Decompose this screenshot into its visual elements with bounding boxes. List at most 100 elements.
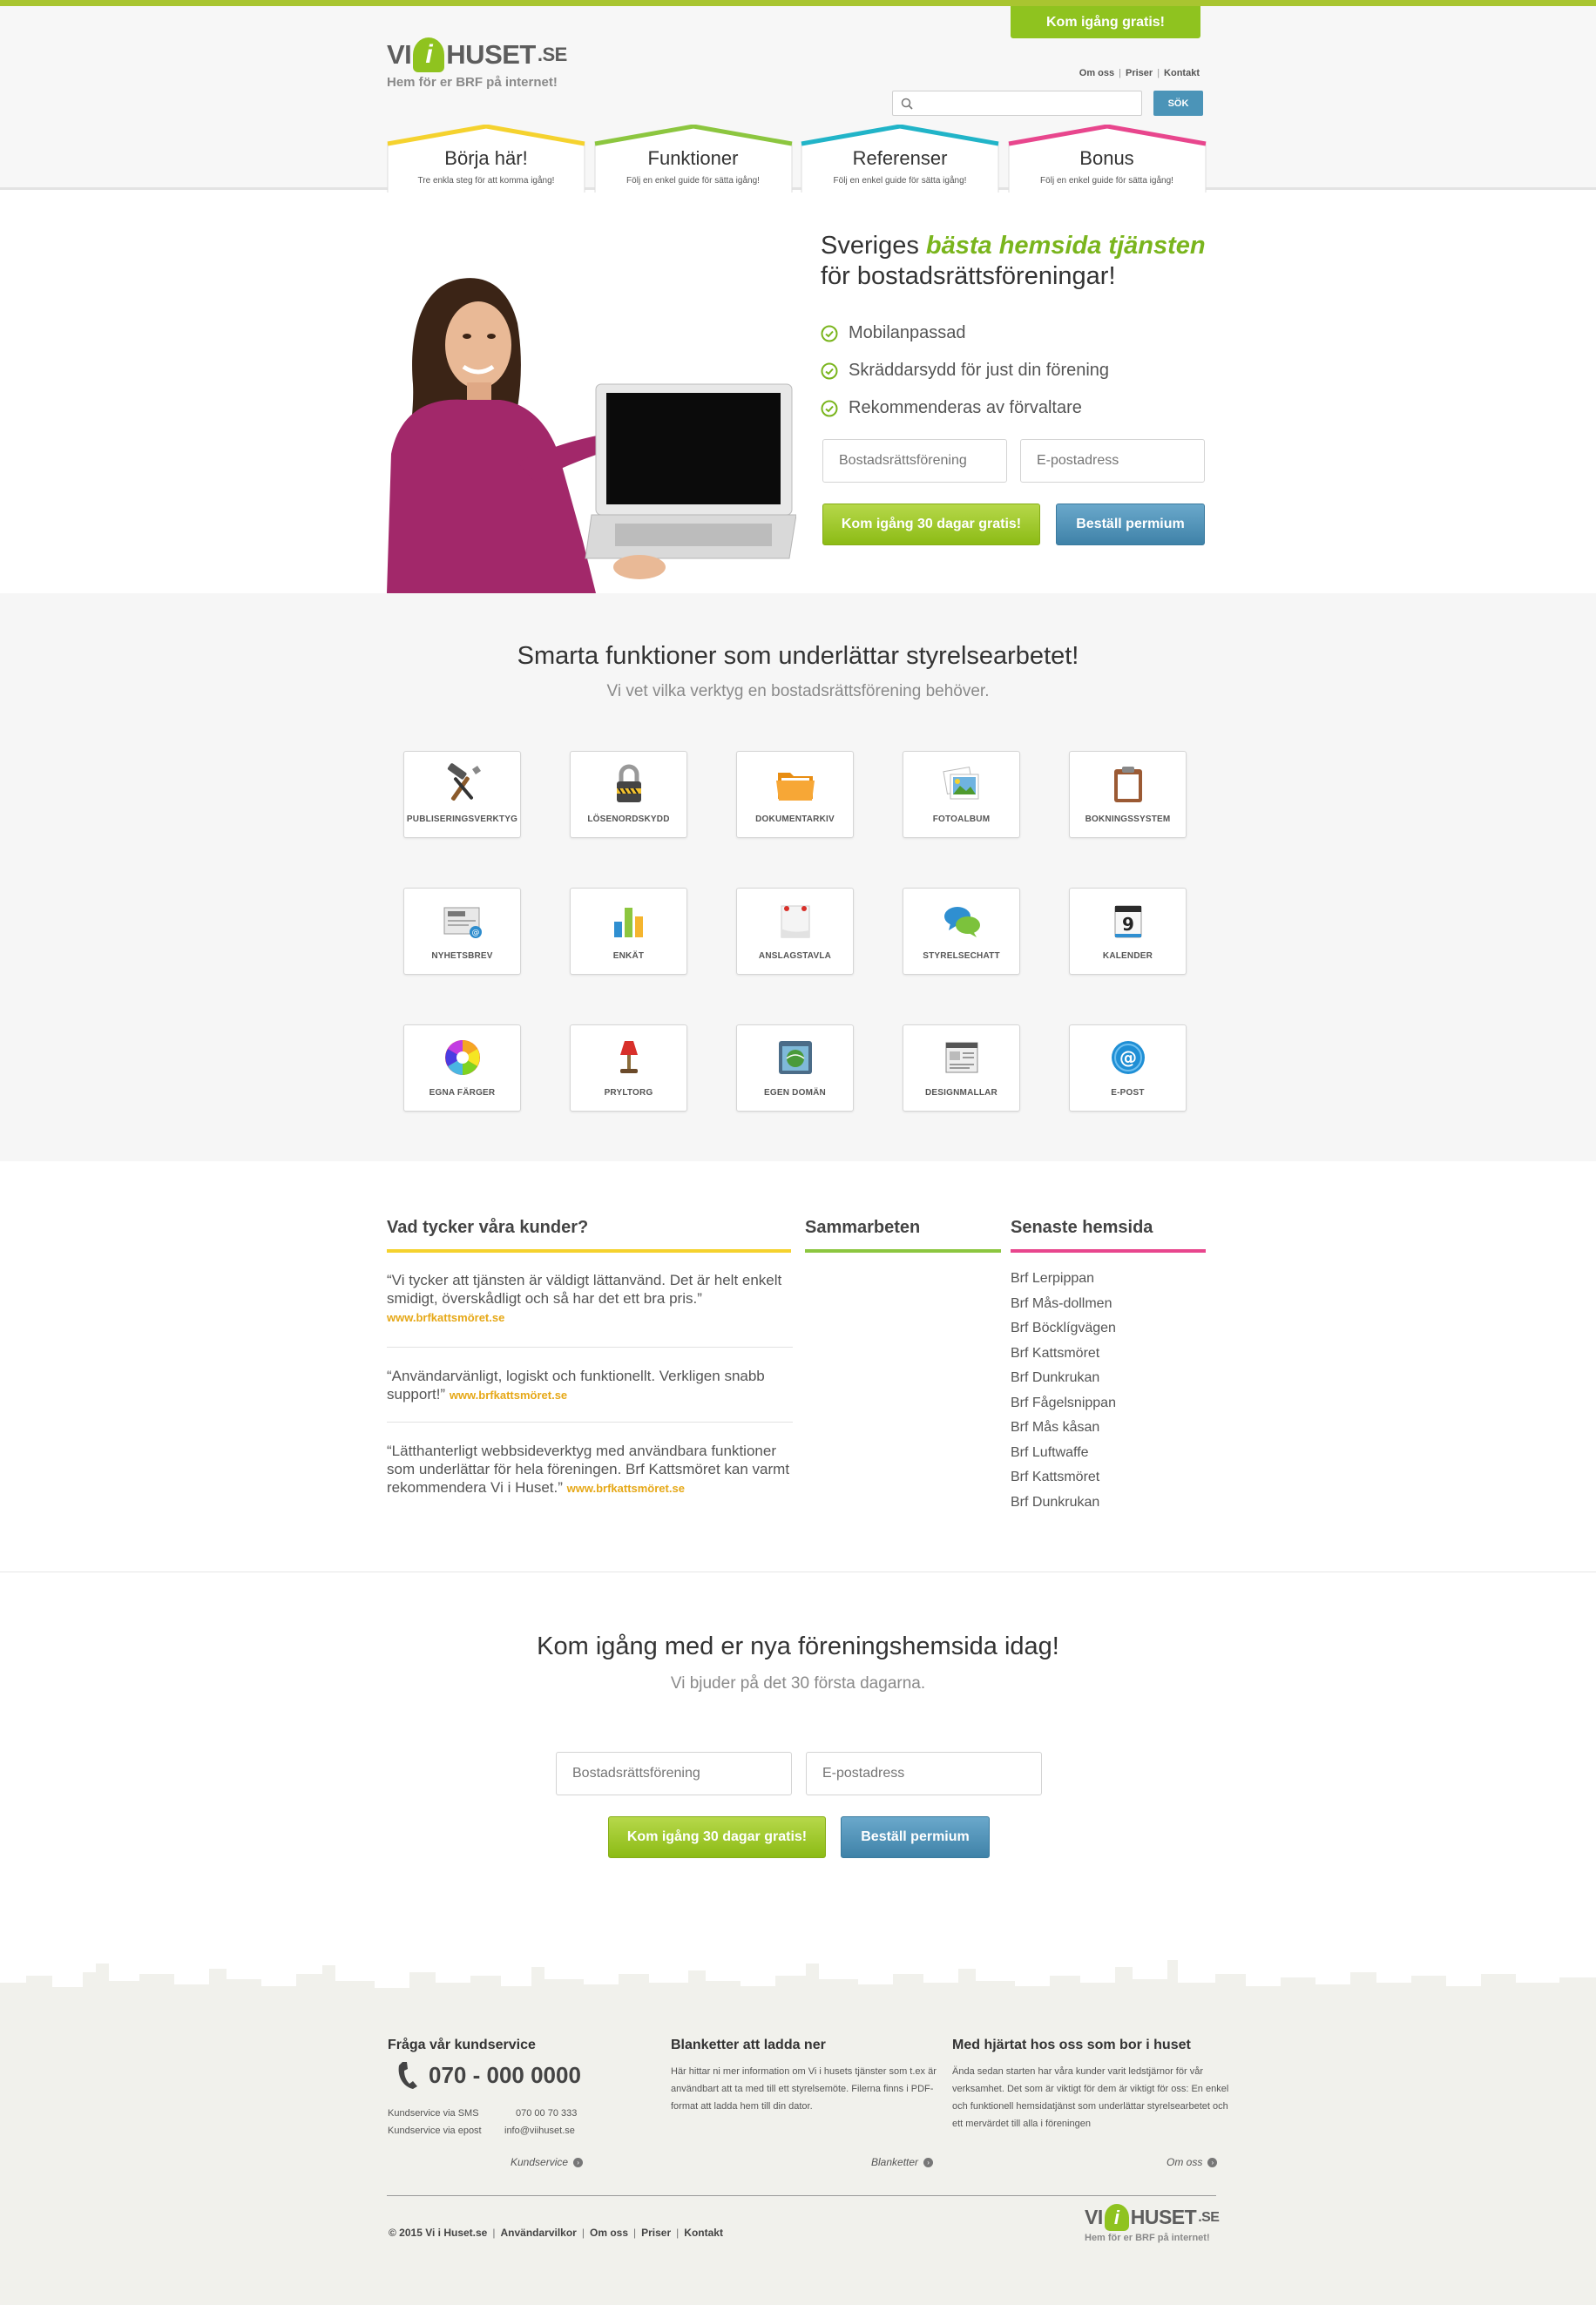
feature-label: EGNA FÄRGER bbox=[429, 1088, 496, 1098]
feature-label: PRYLTORG bbox=[604, 1088, 653, 1098]
footer-link-prices[interactable]: Priser bbox=[641, 2227, 671, 2239]
feature-booking-system[interactable]: BOKNINGSSYSTEM bbox=[1069, 751, 1187, 838]
email-input[interactable] bbox=[1020, 439, 1205, 483]
quote-link[interactable]: www.brfkattsmöret.se bbox=[450, 1389, 567, 1402]
email-label: Kundservice via epost bbox=[388, 2126, 482, 2136]
latest-site-item[interactable]: Brf Lerpippan bbox=[1011, 1271, 1116, 1296]
forms-text: Här hittar ni mer information om Vi i hu… bbox=[671, 2066, 937, 2112]
email-input[interactable] bbox=[806, 1752, 1042, 1795]
feature-password-protection[interactable]: LÖSENORDSKYDD bbox=[570, 751, 687, 838]
more-link-text: Om oss bbox=[1167, 2156, 1203, 2168]
footer-logo[interactable]: VI i HUSET .SE Hem för er BRF på internet! bbox=[1085, 2204, 1220, 2243]
feature-label: LÖSENORDSKYDD bbox=[587, 815, 670, 824]
latest-site-item[interactable]: Brf Kattsmöret bbox=[1011, 1470, 1116, 1495]
logo-wordmark: VI i HUSET .SE bbox=[1085, 2204, 1220, 2231]
feature-label: BOKNINGSSYSTEM bbox=[1085, 815, 1171, 824]
quote-link[interactable]: www.brfkattsmöret.se bbox=[387, 1311, 504, 1324]
feature-own-domain[interactable]: EGEN DOMÄN bbox=[736, 1024, 854, 1112]
top-link-prices[interactable]: Priser bbox=[1126, 68, 1153, 78]
footer-link-about[interactable]: Om oss bbox=[590, 2227, 628, 2239]
pink-underline bbox=[1011, 1249, 1206, 1253]
search-button[interactable]: SÖK bbox=[1153, 91, 1203, 116]
check-circle-icon bbox=[821, 325, 838, 341]
phone-icon bbox=[398, 2062, 417, 2089]
brf-name-input[interactable] bbox=[556, 1752, 792, 1795]
hero-title-highlight: bästa hemsida tjänsten bbox=[925, 232, 1206, 260]
latest-site-item[interactable]: Brf Dunkrukan bbox=[1011, 1495, 1116, 1520]
feature-survey[interactable]: ENKÄT bbox=[570, 888, 687, 975]
feature-design-templates[interactable]: DESIGNMALLAR bbox=[903, 1024, 1020, 1112]
order-premium-button[interactable]: Beställ permium bbox=[1056, 504, 1205, 545]
start-trial-button[interactable]: Kom igång 30 dagar gratis! bbox=[822, 504, 1040, 545]
tab-subtitle: Följ en enkel guide för sätta igång! bbox=[833, 176, 967, 186]
tab-bonus[interactable]: Bonus Följ en enkel guide för sätta igån… bbox=[1008, 125, 1206, 196]
brf-name-input[interactable] bbox=[822, 439, 1007, 483]
feature-photo-album[interactable]: FOTOALBUM bbox=[903, 751, 1020, 838]
domain-icon bbox=[778, 1041, 812, 1074]
check-circle-icon bbox=[821, 362, 838, 379]
feature-label: E-POST bbox=[1111, 1088, 1145, 1098]
woman-with-laptop-image bbox=[387, 278, 796, 593]
feature-calendar[interactable]: 9 KALENDER bbox=[1069, 888, 1187, 975]
logo-wordmark: VI i HUSET .SE bbox=[387, 37, 596, 72]
about-link[interactable]: Om oss › bbox=[1167, 2156, 1218, 2168]
footer-divider bbox=[387, 2195, 1216, 2196]
about-text: Ända sedan starten har våra kunder varit… bbox=[952, 2066, 1229, 2129]
noticeboard-icon bbox=[781, 905, 809, 938]
templates-icon bbox=[945, 1042, 977, 1073]
top-link-contact[interactable]: Kontakt bbox=[1164, 68, 1200, 78]
logo[interactable]: VI i HUSET .SE Hem för er BRF på internet! bbox=[387, 37, 596, 102]
hero-title: Sveriges bästa hemsida tjänsten för bost… bbox=[821, 231, 1206, 292]
tab-references[interactable]: Referenser Följ en enkel guide för sätta… bbox=[801, 125, 999, 196]
get-started-top-button[interactable]: Kom igång gratis! bbox=[1011, 6, 1200, 38]
feature-document-archive[interactable]: DOKUMENTARKIV bbox=[736, 751, 854, 838]
feature-label: DOKUMENTARKIV bbox=[755, 815, 835, 824]
latest-site-item[interactable]: Brf Kattsmöret bbox=[1011, 1346, 1116, 1371]
feature-notice-board[interactable]: ANSLAGSTAVLA bbox=[736, 888, 854, 975]
top-link-about[interactable]: Om oss bbox=[1079, 68, 1114, 78]
feature-own-colors[interactable]: EGNA FÄRGER bbox=[403, 1024, 521, 1112]
separator: | bbox=[1157, 68, 1160, 78]
footer-links: © 2015 Vi i Huset.se | Användarvilkor | … bbox=[389, 2227, 723, 2239]
padlock-icon bbox=[616, 764, 641, 802]
separator: | bbox=[492, 2227, 496, 2239]
quote-link[interactable]: www.brfkattsmöret.se bbox=[567, 1482, 685, 1495]
benefit-text: Skräddarsydd för just din förening bbox=[849, 361, 1110, 380]
clipboard-icon bbox=[1113, 767, 1142, 802]
search-box bbox=[892, 91, 1142, 116]
logo-tagline: Hem för er BRF på internet! bbox=[387, 75, 558, 90]
green-underline bbox=[805, 1249, 1001, 1253]
footer-link-terms[interactable]: Användarvilkor bbox=[500, 2227, 576, 2239]
forms-link[interactable]: Blanketter › bbox=[871, 2156, 934, 2168]
feature-label: PUBLISERINGSVERKTYG bbox=[406, 815, 518, 824]
latest-site-item[interactable]: Brf Mås kåsan bbox=[1011, 1420, 1116, 1445]
feature-board-chat[interactable]: STYRELSECHATT bbox=[903, 888, 1020, 975]
benefit-item: Skräddarsydd för just din förening bbox=[821, 352, 1109, 389]
tab-functions[interactable]: Funktioner Följ en enkel guide för sätta… bbox=[594, 125, 792, 196]
check-circle-icon bbox=[821, 400, 838, 416]
feature-label: FOTOALBUM bbox=[932, 815, 991, 824]
customer-service-link[interactable]: Kundservice › bbox=[511, 2156, 584, 2168]
latest-site-item[interactable]: Brf Luftwaffe bbox=[1011, 1445, 1116, 1470]
divider bbox=[387, 1347, 793, 1348]
latest-site-item[interactable]: Brf Dunkrukan bbox=[1011, 1370, 1116, 1396]
latest-site-item[interactable]: Brf Mås-dollmen bbox=[1011, 1296, 1116, 1321]
logo-tagline: Hem för er BRF på internet! bbox=[1085, 2233, 1210, 2243]
feature-email[interactable]: @ E-POST bbox=[1069, 1024, 1187, 1112]
tab-start-here[interactable]: Börja här! Tre enkla steg för att komma … bbox=[387, 125, 585, 196]
features-section: Smarta funktioner som underlättar styrel… bbox=[0, 593, 1596, 1161]
benefit-text: Rekommenderas av förvaltare bbox=[849, 398, 1082, 417]
start-trial-button[interactable]: Kom igång 30 dagar gratis! bbox=[608, 1816, 826, 1858]
feature-marketplace[interactable]: PRYLTORG bbox=[570, 1024, 687, 1112]
arrow-right-icon: › bbox=[1207, 2157, 1218, 2167]
quote-text: “Vi tycker att tjänsten är väldigt lätta… bbox=[387, 1272, 782, 1307]
bar-chart-icon bbox=[613, 908, 643, 937]
latest-site-item[interactable]: Brf Fågelsnippan bbox=[1011, 1396, 1116, 1421]
latest-site-item[interactable]: Brf Böcklígvägen bbox=[1011, 1321, 1116, 1346]
search-input[interactable] bbox=[919, 91, 1128, 114]
feature-publishing-tool[interactable]: PUBLISERINGSVERKTYG bbox=[403, 751, 521, 838]
feature-newsletter[interactable]: @ NYHETSBREV bbox=[403, 888, 521, 975]
separator: | bbox=[1119, 68, 1121, 78]
order-premium-button[interactable]: Beställ permium bbox=[841, 1816, 990, 1858]
footer-link-contact[interactable]: Kontakt bbox=[684, 2227, 723, 2239]
